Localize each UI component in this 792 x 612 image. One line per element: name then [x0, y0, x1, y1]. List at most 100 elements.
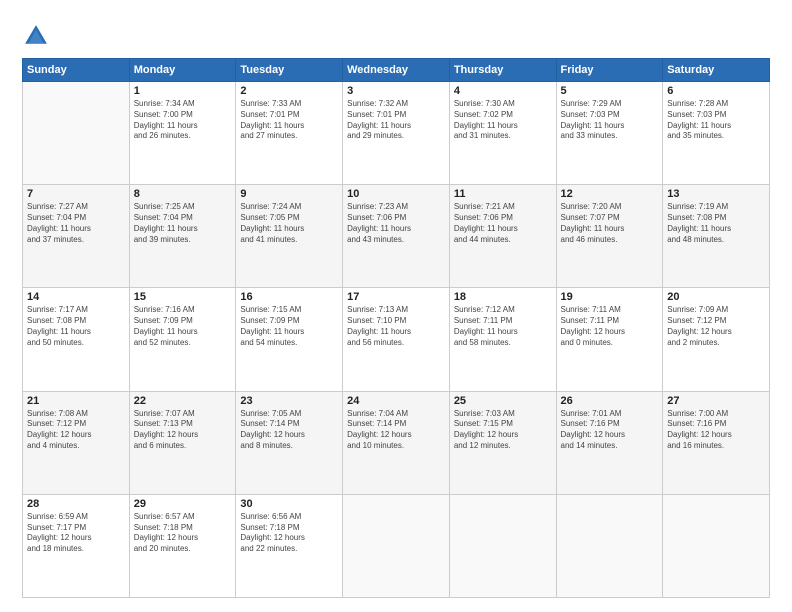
day-number: 4: [454, 85, 552, 97]
day-info: Sunrise: 7:15 AM Sunset: 7:09 PM Dayligh…: [240, 305, 338, 348]
logo: [22, 22, 54, 50]
calendar-cell: 15 Sunrise: 7:16 AM Sunset: 7:09 PM Dayli…: [129, 288, 236, 391]
day-number: 16: [240, 291, 338, 303]
day-number: 13: [667, 188, 765, 200]
calendar-cell: 5 Sunrise: 7:29 AM Sunset: 7:03 PM Daylig…: [556, 82, 663, 185]
calendar-header-tuesday: Tuesday: [236, 59, 343, 82]
calendar-cell: 20 Sunrise: 7:09 AM Sunset: 7:12 PM Dayli…: [663, 288, 770, 391]
day-info: Sunrise: 7:13 AM Sunset: 7:10 PM Dayligh…: [347, 305, 445, 348]
day-info: Sunrise: 7:05 AM Sunset: 7:14 PM Dayligh…: [240, 409, 338, 452]
calendar-cell: [23, 82, 130, 185]
day-number: 7: [27, 188, 125, 200]
day-info: Sunrise: 7:20 AM Sunset: 7:07 PM Dayligh…: [561, 202, 659, 245]
day-number: 28: [27, 498, 125, 510]
calendar-header-sunday: Sunday: [23, 59, 130, 82]
calendar-cell: 22 Sunrise: 7:07 AM Sunset: 7:13 PM Dayli…: [129, 391, 236, 494]
day-number: 24: [347, 395, 445, 407]
day-info: Sunrise: 7:19 AM Sunset: 7:08 PM Dayligh…: [667, 202, 765, 245]
day-number: 15: [134, 291, 232, 303]
day-info: Sunrise: 7:00 AM Sunset: 7:16 PM Dayligh…: [667, 409, 765, 452]
day-number: 27: [667, 395, 765, 407]
day-number: 17: [347, 291, 445, 303]
day-info: Sunrise: 7:12 AM Sunset: 7:11 PM Dayligh…: [454, 305, 552, 348]
day-number: 26: [561, 395, 659, 407]
calendar-cell: 30 Sunrise: 6:56 AM Sunset: 7:18 PM Dayli…: [236, 494, 343, 597]
day-info: Sunrise: 7:29 AM Sunset: 7:03 PM Dayligh…: [561, 99, 659, 142]
calendar-cell: 24 Sunrise: 7:04 AM Sunset: 7:14 PM Dayli…: [343, 391, 450, 494]
day-info: Sunrise: 6:57 AM Sunset: 7:18 PM Dayligh…: [134, 512, 232, 555]
day-info: Sunrise: 7:08 AM Sunset: 7:12 PM Dayligh…: [27, 409, 125, 452]
day-number: 5: [561, 85, 659, 97]
calendar-cell: 13 Sunrise: 7:19 AM Sunset: 7:08 PM Dayli…: [663, 185, 770, 288]
day-number: 6: [667, 85, 765, 97]
day-info: Sunrise: 7:25 AM Sunset: 7:04 PM Dayligh…: [134, 202, 232, 245]
calendar-cell: 1 Sunrise: 7:34 AM Sunset: 7:00 PM Daylig…: [129, 82, 236, 185]
day-number: 1: [134, 85, 232, 97]
page: SundayMondayTuesdayWednesdayThursdayFrid…: [0, 0, 792, 612]
calendar-cell: [663, 494, 770, 597]
day-number: 23: [240, 395, 338, 407]
day-info: Sunrise: 7:07 AM Sunset: 7:13 PM Dayligh…: [134, 409, 232, 452]
calendar-cell: 25Sunrise: 7:03 AM Sunset: 7:15 PM Dayli…: [449, 391, 556, 494]
calendar-header-friday: Friday: [556, 59, 663, 82]
calendar-week-row: 1 Sunrise: 7:34 AM Sunset: 7:00 PM Daylig…: [23, 82, 770, 185]
calendar-cell: 23 Sunrise: 7:05 AM Sunset: 7:14 PM Dayli…: [236, 391, 343, 494]
calendar-cell: [449, 494, 556, 597]
calendar-header-saturday: Saturday: [663, 59, 770, 82]
day-number: 12: [561, 188, 659, 200]
calendar-cell: 3 Sunrise: 7:32 AM Sunset: 7:01 PM Daylig…: [343, 82, 450, 185]
calendar-week-row: 14Sunrise: 7:17 AM Sunset: 7:08 PM Dayli…: [23, 288, 770, 391]
day-number: 3: [347, 85, 445, 97]
day-number: 30: [240, 498, 338, 510]
day-info: Sunrise: 7:21 AM Sunset: 7:06 PM Dayligh…: [454, 202, 552, 245]
day-info: Sunrise: 7:04 AM Sunset: 7:14 PM Dayligh…: [347, 409, 445, 452]
calendar-cell: 8Sunrise: 7:25 AM Sunset: 7:04 PM Daylig…: [129, 185, 236, 288]
calendar-week-row: 7 Sunrise: 7:27 AM Sunset: 7:04 PM Daylig…: [23, 185, 770, 288]
day-number: 11: [454, 188, 552, 200]
day-number: 22: [134, 395, 232, 407]
day-info: Sunrise: 7:11 AM Sunset: 7:11 PM Dayligh…: [561, 305, 659, 348]
day-info: Sunrise: 7:33 AM Sunset: 7:01 PM Dayligh…: [240, 99, 338, 142]
calendar-cell: [556, 494, 663, 597]
day-info: Sunrise: 7:23 AM Sunset: 7:06 PM Dayligh…: [347, 202, 445, 245]
day-info: Sunrise: 7:32 AM Sunset: 7:01 PM Dayligh…: [347, 99, 445, 142]
day-number: 2: [240, 85, 338, 97]
calendar-cell: 7 Sunrise: 7:27 AM Sunset: 7:04 PM Daylig…: [23, 185, 130, 288]
calendar-table: SundayMondayTuesdayWednesdayThursdayFrid…: [22, 58, 770, 598]
logo-icon: [22, 22, 50, 50]
day-number: 20: [667, 291, 765, 303]
calendar-cell: 11 Sunrise: 7:21 AM Sunset: 7:06 PM Dayli…: [449, 185, 556, 288]
calendar-cell: 14Sunrise: 7:17 AM Sunset: 7:08 PM Dayli…: [23, 288, 130, 391]
calendar-header-monday: Monday: [129, 59, 236, 82]
calendar-cell: 2 Sunrise: 7:33 AM Sunset: 7:01 PM Daylig…: [236, 82, 343, 185]
calendar-cell: 27 Sunrise: 7:00 AM Sunset: 7:16 PM Dayli…: [663, 391, 770, 494]
day-number: 19: [561, 291, 659, 303]
day-info: Sunrise: 7:34 AM Sunset: 7:00 PM Dayligh…: [134, 99, 232, 142]
day-number: 18: [454, 291, 552, 303]
day-info: Sunrise: 7:16 AM Sunset: 7:09 PM Dayligh…: [134, 305, 232, 348]
calendar-cell: [343, 494, 450, 597]
day-info: Sunrise: 7:28 AM Sunset: 7:03 PM Dayligh…: [667, 99, 765, 142]
day-info: Sunrise: 7:27 AM Sunset: 7:04 PM Dayligh…: [27, 202, 125, 245]
calendar-header-row: SundayMondayTuesdayWednesdayThursdayFrid…: [23, 59, 770, 82]
day-info: Sunrise: 7:30 AM Sunset: 7:02 PM Dayligh…: [454, 99, 552, 142]
day-info: Sunrise: 7:09 AM Sunset: 7:12 PM Dayligh…: [667, 305, 765, 348]
calendar-header-thursday: Thursday: [449, 59, 556, 82]
calendar-cell: 29Sunrise: 6:57 AM Sunset: 7:18 PM Dayli…: [129, 494, 236, 597]
day-info: Sunrise: 6:56 AM Sunset: 7:18 PM Dayligh…: [240, 512, 338, 555]
calendar-cell: 16 Sunrise: 7:15 AM Sunset: 7:09 PM Dayli…: [236, 288, 343, 391]
calendar-cell: 26 Sunrise: 7:01 AM Sunset: 7:16 PM Dayli…: [556, 391, 663, 494]
calendar-week-row: 28 Sunrise: 6:59 AM Sunset: 7:17 PM Dayli…: [23, 494, 770, 597]
calendar-cell: 28 Sunrise: 6:59 AM Sunset: 7:17 PM Dayli…: [23, 494, 130, 597]
day-info: Sunrise: 7:03 AM Sunset: 7:15 PM Dayligh…: [454, 409, 552, 452]
calendar-cell: 21 Sunrise: 7:08 AM Sunset: 7:12 PM Dayli…: [23, 391, 130, 494]
calendar-cell: 19 Sunrise: 7:11 AM Sunset: 7:11 PM Dayli…: [556, 288, 663, 391]
day-number: 21: [27, 395, 125, 407]
day-info: Sunrise: 6:59 AM Sunset: 7:17 PM Dayligh…: [27, 512, 125, 555]
day-info: Sunrise: 7:01 AM Sunset: 7:16 PM Dayligh…: [561, 409, 659, 452]
calendar-cell: 10Sunrise: 7:23 AM Sunset: 7:06 PM Dayli…: [343, 185, 450, 288]
calendar-week-row: 21 Sunrise: 7:08 AM Sunset: 7:12 PM Dayli…: [23, 391, 770, 494]
day-number: 9: [240, 188, 338, 200]
day-info: Sunrise: 7:17 AM Sunset: 7:08 PM Dayligh…: [27, 305, 125, 348]
calendar-cell: 18 Sunrise: 7:12 AM Sunset: 7:11 PM Dayli…: [449, 288, 556, 391]
